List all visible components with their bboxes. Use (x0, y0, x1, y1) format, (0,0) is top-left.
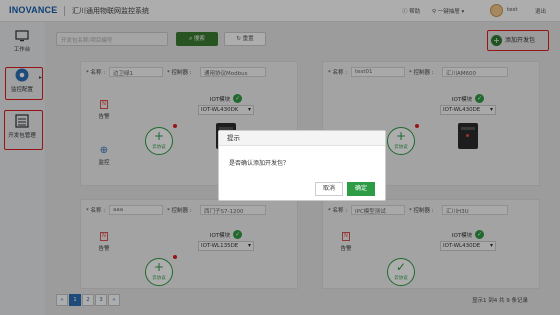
confirm-button[interactable]: 确定 (347, 182, 375, 196)
confirm-dialog: 提示 是否确认添加开发包？ 取消 确定 (218, 130, 386, 201)
cancel-button[interactable]: 取消 (315, 182, 343, 196)
dialog-title: 提示 (219, 131, 385, 146)
dialog-message: 是否确认添加开发包？ (229, 160, 290, 167)
